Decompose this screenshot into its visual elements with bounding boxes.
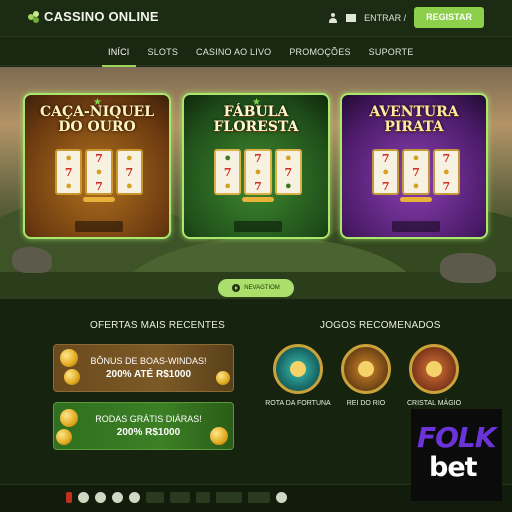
reel: ● 7 ● (402, 149, 430, 195)
rock (12, 247, 52, 273)
offer-line1: RODAS GRÁTIS DIÁRAS! (95, 414, 202, 424)
offer-line2: 200% R$1000 (116, 427, 181, 438)
site-logo[interactable]: CASSINO ONLINE (28, 9, 159, 24)
folkbet-logo-line1: FOLK (417, 421, 496, 454)
slot-reels: ● 7 ● 7 ● 7 ● 7 ● (55, 149, 143, 195)
offer-line1: BÔNUS DE BOAS-WINDAS! (90, 356, 207, 366)
offer-text: RODAS GRÁTIS DIÁRAS! 200% R$1000 (78, 413, 219, 439)
slot-card-aventura-pirata[interactable]: AVENTURA PIRATA 7 ● 7 ● 7 ● 7 ● 7 (340, 93, 488, 239)
slot-reels: 7 ● 7 ● 7 ● 7 ● 7 (372, 149, 460, 195)
offers-title: OFERTAS MAIS RECENTES (90, 320, 225, 331)
offer-line2: 200% ATÉ R$1000 (105, 369, 192, 380)
main-nav: INÍCI SLOTS CASINO AO LIVO PROMOÇÕES SUP… (0, 36, 512, 67)
rock (440, 253, 496, 283)
coin-icon (60, 409, 78, 427)
top-header: CASSINO ONLINE ENTRAR / REGISTAR (0, 0, 512, 36)
payment-logo (248, 492, 270, 503)
header-actions: ENTRAR / REGISTAR (328, 7, 484, 28)
reward-bar (83, 197, 115, 202)
folkbet-badge: FOLK bet (411, 409, 502, 501)
slot-card-fabula-floresta[interactable]: ★ FÁBULA FLORESTA ● 7 ● 7 ● 7 ● 7 ● (182, 93, 330, 239)
login-link[interactable]: ENTRAR / (364, 13, 406, 23)
logo-text: CASSINO ONLINE (44, 9, 159, 24)
card-title-line2: PIRATA (384, 119, 444, 135)
reward-bar (400, 197, 432, 202)
offer-card-free-spins[interactable]: RODAS GRÁTIS DIÁRAS! 200% R$1000 (53, 402, 234, 450)
card-title: AVENTURA PIRATA (342, 105, 486, 135)
card-title-line1: FÁBULA (223, 104, 289, 120)
nav-item-casino-ao-vivo[interactable]: CASINO AO LIVO (196, 37, 271, 67)
logo-icon (28, 10, 40, 23)
game-label: ROTA DA FORTUNA (265, 400, 331, 407)
reel: ● 7 ● (55, 149, 83, 195)
game-cristal-magio[interactable]: CRISTAL MÁGIO (401, 344, 467, 407)
card-title: FÁBULA FLORESTA (184, 105, 328, 135)
payment-logo (146, 492, 164, 503)
nav-item-inicio[interactable]: INÍCI (102, 37, 135, 67)
offer-card-welcome-bonus[interactable]: BÔNUS DE BOAS-WINDAS! 200% ATÉ R$1000 (53, 344, 234, 392)
payment-logo (78, 492, 89, 503)
game-label: CRISTAL MÁGIO (406, 400, 462, 407)
card-title-line2: DO OURO (58, 119, 136, 135)
payment-logo (66, 492, 72, 503)
reel: ● 7 ● (274, 149, 302, 195)
play-icon (232, 284, 241, 292)
hero-banner: ★ CAÇA-NIQUEL DO OURO ● 7 ● 7 ● 7 ● 7 ● ★ FÁBU… (0, 67, 512, 299)
payment-logo (196, 492, 210, 503)
nav-item-slots[interactable]: SLOTS (148, 37, 179, 67)
payment-logo (129, 492, 140, 503)
payment-logo (112, 492, 123, 503)
crown-icon (358, 361, 374, 377)
hero-navigate-button[interactable]: NEVAGTIOM (218, 279, 294, 297)
offer-text: BÔNUS DE BOAS-WINDAS! 200% ATÉ R$1000 (78, 355, 219, 381)
nav-item-suporte[interactable]: SUPORTE (369, 37, 414, 67)
reel: 7 ● 7 (372, 149, 400, 195)
reel: 7 ● 7 (432, 149, 460, 195)
game-rei-do-rio[interactable]: REI DO RIO (333, 344, 399, 407)
card-title-line1: CAÇA-NIQUEL (39, 104, 155, 120)
card-title-line1: AVENTURA (369, 104, 459, 120)
game-rota-da-fortuna[interactable]: ROTA DA FORTUNA (265, 344, 331, 407)
recommended-games: ROTA DA FORTUNA REI DO RIO CRISTAL MÁGIO (262, 344, 474, 414)
play-button[interactable] (392, 221, 440, 232)
game-label: REI DO RIO (346, 400, 386, 407)
reel: ● 7 ● (214, 149, 242, 195)
payment-logos (66, 492, 287, 503)
slot-card-caca-niquel[interactable]: ★ CAÇA-NIQUEL DO OURO ● 7 ● 7 ● 7 ● 7 ● (23, 93, 171, 239)
reel: ● 7 ● (115, 149, 143, 195)
payment-logo (216, 492, 242, 503)
payment-logo (95, 492, 106, 503)
games-title: JOGOS RECOMENADOS (320, 320, 441, 331)
payment-logo (276, 492, 287, 503)
play-icon (290, 361, 306, 377)
reel: 7 ● 7 (85, 149, 113, 195)
play-button[interactable] (75, 221, 123, 232)
character-icon (426, 361, 442, 377)
game-thumbnail (273, 344, 323, 394)
nav-item-promocoes[interactable]: PROMOÇÕES (289, 37, 350, 67)
payment-logo (170, 492, 190, 503)
game-thumbnail (409, 344, 459, 394)
coin-icon (56, 429, 72, 445)
reel: 7 ● 7 (244, 149, 272, 195)
mail-icon[interactable] (346, 13, 357, 22)
coin-icon (60, 349, 78, 367)
card-title-line2: FLORESTA (213, 119, 299, 135)
card-title: CAÇA-NIQUEL DO OURO (25, 105, 169, 135)
play-button[interactable] (234, 221, 282, 232)
user-icon[interactable] (328, 12, 338, 23)
hero-button-label: NEVAGTIOM (244, 285, 280, 291)
reward-bar (242, 197, 274, 202)
slot-reels: ● 7 ● 7 ● 7 ● 7 ● (214, 149, 302, 195)
game-thumbnail (341, 344, 391, 394)
register-button[interactable]: REGISTAR (414, 7, 484, 28)
folkbet-logo-line2: bet (429, 452, 478, 483)
